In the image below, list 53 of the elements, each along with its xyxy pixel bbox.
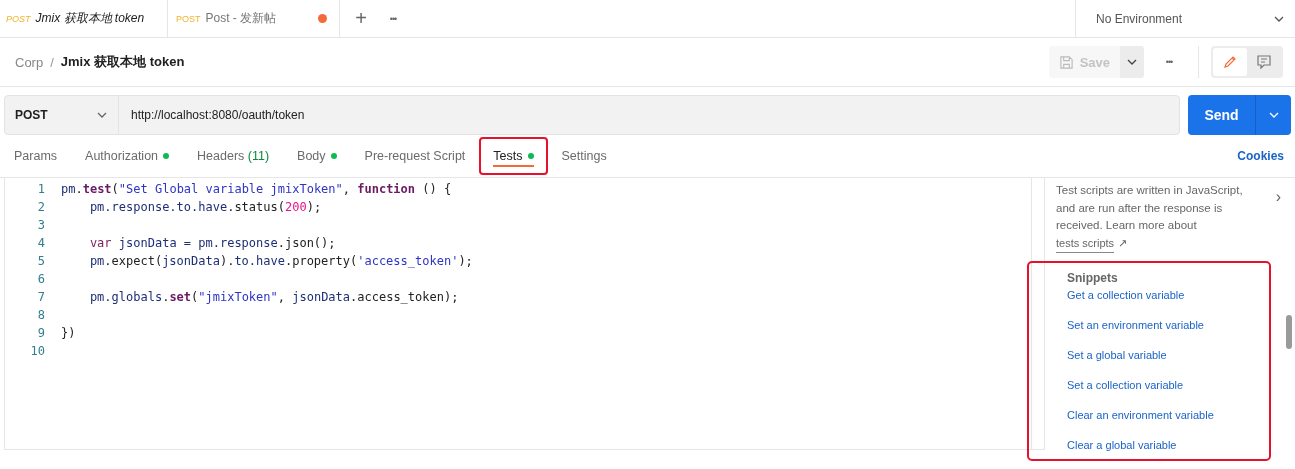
line-number: 8 [36, 308, 46, 322]
line-number: 6 [36, 272, 46, 286]
code-line: pm.test("Set Global variable jmixToken", function () { [61, 182, 452, 196]
snippet-link[interactable]: Clear a global variable [1067, 438, 1269, 469]
pencil-icon [1222, 54, 1238, 70]
code-line: pm.response.to.have.status(200); [88, 200, 322, 214]
snippet-link[interactable]: Set an environment variable [1067, 318, 1269, 349]
request-title: Jmix 获取本地 token [60, 53, 185, 71]
more-button[interactable]: ••• [1152, 56, 1186, 68]
request-tab[interactable]: POST Post - 发新帖 [168, 0, 340, 37]
code-editor[interactable] [4, 178, 1045, 450]
snippet-link[interactable]: Set a collection variable [1067, 378, 1269, 409]
snippet-link[interactable]: Get a collection variable [1067, 288, 1269, 319]
line-number: 10 [29, 344, 46, 358]
external-link-icon: ↗ [1118, 234, 1128, 253]
tests-scripts-link[interactable]: tests scripts [1056, 234, 1115, 253]
snippet-link[interactable]: Set a global variable [1067, 348, 1269, 379]
snippet-link[interactable]: Clear an environment variable [1067, 408, 1269, 439]
environment-select[interactable]: No Environment [1075, 0, 1295, 37]
breadcrumb-parent[interactable]: Corp [15, 54, 44, 70]
description-text: Test scripts are written in JavaScript, and are run after the response is received. Learn more about [1056, 183, 1244, 233]
section-tab[interactable]: Headers (11) [183, 141, 284, 171]
new-tab-button[interactable]: + [346, 6, 376, 31]
cookies-link[interactable]: Cookies [1237, 149, 1284, 163]
section-tab[interactable]: Pre-request Script [350, 141, 480, 171]
request-tab[interactable]: POST Jmix 获取本地 token [0, 0, 168, 37]
section-tab[interactable]: Authorization [71, 141, 184, 171]
save-options-button[interactable] [1120, 46, 1144, 78]
send-options-button[interactable] [1255, 95, 1291, 135]
line-number: 7 [36, 290, 46, 304]
more-button[interactable]: ••• [376, 12, 410, 25]
code-line: }) [61, 326, 76, 340]
unsaved-dot [318, 14, 327, 23]
pencil-button[interactable] [1213, 48, 1247, 76]
code-line: var jsonData = pm.response.json(); [88, 236, 336, 250]
section-tab[interactable]: Params [0, 141, 72, 171]
collapse-arrow[interactable]: › [1275, 188, 1281, 235]
snippets-title: Snippets [1067, 270, 1119, 285]
section-tab[interactable]: Tests [479, 137, 548, 175]
scrollbar-thumb[interactable] [1286, 315, 1292, 349]
line-number: 9 [36, 326, 46, 340]
line-number: 1 [36, 182, 46, 196]
line-number: 2 [36, 200, 46, 214]
breadcrumb-separator: / [50, 54, 54, 70]
line-number: 3 [36, 218, 46, 232]
section-tab[interactable]: Body [283, 141, 351, 171]
section-tab[interactable]: Settings [547, 141, 621, 171]
code-line: pm.globals.set("jmixToken", jsonData.access_token); [88, 290, 459, 304]
line-number: 4 [36, 236, 46, 250]
comment-icon [1256, 54, 1272, 70]
code-line: pm.expect(jsonData).to.have.property('access_token'); [88, 254, 473, 268]
line-number: 5 [36, 254, 46, 268]
send-button[interactable]: Send [1188, 95, 1255, 135]
